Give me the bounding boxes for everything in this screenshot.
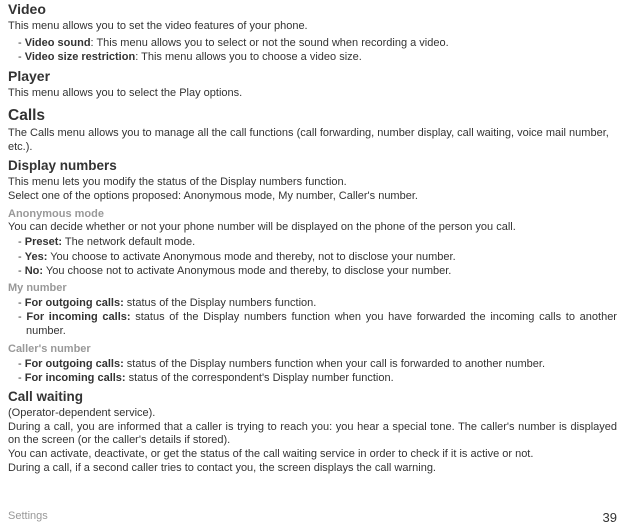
call-waiting-line3: You can activate, deactivate, or get the… xyxy=(8,448,617,462)
video-size-label: Video size restriction xyxy=(25,51,135,63)
player-heading: Player xyxy=(8,67,617,85)
video-sound-desc: : This menu allows you to select or not … xyxy=(91,37,449,49)
my-number-in-label: For incoming calls: xyxy=(26,311,130,323)
player-text: This menu allows you to select the Play … xyxy=(8,87,617,101)
display-numbers-heading: Display numbers xyxy=(8,158,617,175)
footer-section: Settings xyxy=(8,510,48,525)
anonymous-yes-desc: You choose to activate Anonymous mode an… xyxy=(47,251,455,263)
calls-text: The Calls menu allows you to manage all … xyxy=(8,127,617,155)
callers-number-in-desc: status of the correspondent's Display nu… xyxy=(126,372,394,384)
call-waiting-heading: Call waiting xyxy=(8,389,617,406)
callers-number-out-item: For outgoing calls: status of the Displa… xyxy=(18,357,617,371)
video-sound-label: Video sound xyxy=(25,37,91,49)
anonymous-yes-label: Yes: xyxy=(25,251,48,263)
callers-number-out-label: For outgoing calls: xyxy=(25,358,124,370)
display-numbers-line2: Select one of the options proposed: Anon… xyxy=(8,190,617,204)
my-number-out-item: For outgoing calls: status of the Displa… xyxy=(18,296,617,310)
anonymous-no-desc: You choose not to activate Anonymous mod… xyxy=(43,265,451,277)
callers-number-out-desc: status of the Display numbers function w… xyxy=(124,358,545,370)
anonymous-preset-item: Preset: The network default mode. xyxy=(18,235,617,249)
anonymous-yes-item: Yes: You choose to activate Anonymous mo… xyxy=(18,250,617,264)
video-size-desc: : This menu allows you to choose a video… xyxy=(135,51,362,63)
call-waiting-line1: (Operator-dependent service). xyxy=(8,407,617,421)
page-footer: Settings 39 xyxy=(8,510,617,525)
my-number-heading: My number xyxy=(8,282,617,296)
anonymous-intro: You can decide whether or not your phone… xyxy=(8,221,617,235)
video-sound-item: Video sound: This menu allows you to sel… xyxy=(18,36,617,50)
callers-number-heading: Caller's number xyxy=(8,343,617,357)
my-number-in-item: For incoming calls: status of the Displa… xyxy=(18,310,617,339)
anonymous-preset-label: Preset: xyxy=(25,236,62,248)
call-waiting-line2: During a call, you are informed that a c… xyxy=(8,421,617,449)
anonymous-no-label: No: xyxy=(25,265,43,277)
calls-heading: Calls xyxy=(8,106,617,125)
footer-page-number: 39 xyxy=(603,510,617,525)
anonymous-preset-desc: The network default mode. xyxy=(62,236,195,248)
video-intro: This menu allows you to set the video fe… xyxy=(8,20,617,34)
anonymous-no-item: No: You choose not to activate Anonymous… xyxy=(18,264,617,278)
video-heading: Video xyxy=(8,0,617,18)
display-numbers-line1: This menu lets you modify the status of … xyxy=(8,176,617,190)
my-number-out-label: For outgoing calls: xyxy=(25,297,124,309)
callers-number-in-item: For incoming calls: status of the corres… xyxy=(18,371,617,385)
my-number-out-desc: status of the Display numbers function. xyxy=(124,297,317,309)
call-waiting-line4: During a call, if a second caller tries … xyxy=(8,462,617,476)
anonymous-heading: Anonymous mode xyxy=(8,208,617,222)
video-size-item: Video size restriction: This menu allows… xyxy=(18,50,617,64)
callers-number-in-label: For incoming calls: xyxy=(25,372,126,384)
